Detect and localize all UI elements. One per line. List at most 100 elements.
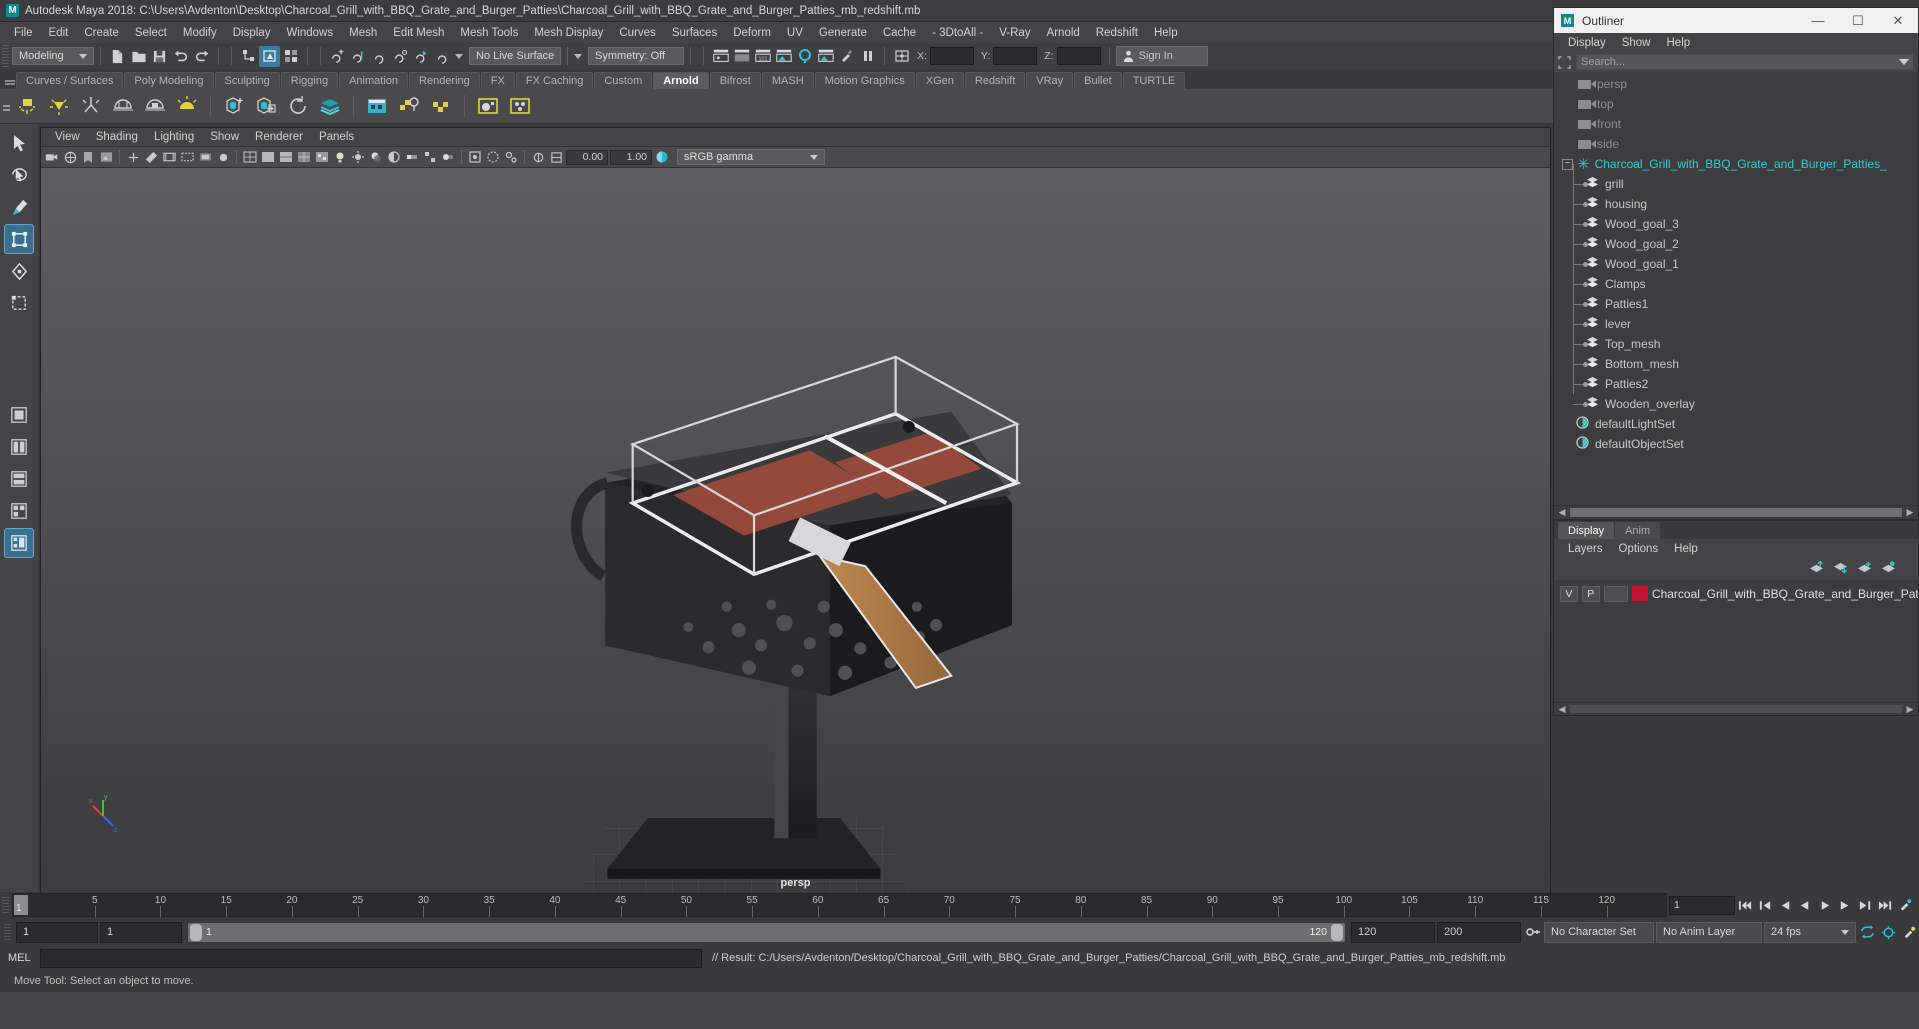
- shelf-tab-mash[interactable]: MASH: [761, 72, 814, 89]
- step-forward-frame-button[interactable]: [1836, 896, 1855, 915]
- outliner-item-top-mesh[interactable]: Top_mesh: [1554, 334, 1918, 354]
- scroll-right-icon[interactable]: ▶: [1904, 704, 1916, 715]
- anim-layer-dropdown[interactable]: No Anim Layer: [1656, 921, 1762, 943]
- menu-arnold[interactable]: Arnold: [1039, 25, 1088, 41]
- shelf-tab-redshift[interactable]: Redshift: [964, 72, 1026, 89]
- outliner-menu-display[interactable]: Display: [1560, 36, 1614, 50]
- menu-uv[interactable]: UV: [779, 25, 811, 41]
- shelf-tab-bullet[interactable]: Bullet: [1074, 72, 1122, 89]
- film-gate-icon[interactable]: [161, 149, 177, 165]
- shelf-tab-poly-modeling[interactable]: Poly Modeling: [124, 72, 214, 89]
- step-back-frame-button[interactable]: [1776, 896, 1795, 915]
- menu-create[interactable]: Create: [76, 25, 127, 41]
- fps-dropdown[interactable]: 24 fps: [1764, 921, 1856, 943]
- symmetry-chevron-icon[interactable]: [574, 53, 582, 59]
- show-channel-box-button[interactable]: 101: [752, 46, 773, 67]
- layer-menu-options[interactable]: Options: [1611, 542, 1667, 556]
- shelf-tab-xgen[interactable]: XGen: [915, 72, 964, 89]
- snap-point-button[interactable]: [369, 46, 390, 67]
- outliner-item-side[interactable]: side: [1554, 134, 1918, 154]
- outliner-item-top[interactable]: top: [1554, 94, 1918, 114]
- color-management-icon[interactable]: [654, 149, 670, 165]
- select-object-button[interactable]: [259, 45, 280, 67]
- command-input[interactable]: [40, 948, 702, 968]
- shelf-tab-turtle[interactable]: TURTLE: [1122, 72, 1186, 89]
- show-tool-settings-button[interactable]: [731, 46, 752, 67]
- minimize-icon[interactable]: —: [1798, 8, 1838, 33]
- snap-grid-button[interactable]: [327, 46, 348, 67]
- viewport-menu-renderer[interactable]: Renderer: [247, 130, 311, 144]
- viewport-menu-shading[interactable]: Shading: [88, 130, 146, 144]
- bookmark-icon[interactable]: [80, 149, 96, 165]
- shelf-tab-arnold[interactable]: Arnold: [653, 72, 709, 89]
- shelf-tab-curves-surfaces[interactable]: Curves / Surfaces: [16, 72, 124, 89]
- menuset-dropdown[interactable]: Modeling: [12, 47, 94, 65]
- outliner-item-front[interactable]: front: [1554, 114, 1918, 134]
- wireframe-shading-icon[interactable]: [242, 149, 258, 165]
- snap-options-chevron-icon[interactable]: [455, 53, 463, 59]
- layout-persp-outliner-button[interactable]: [4, 528, 34, 558]
- arnold-standin-create-button[interactable]: [220, 92, 248, 120]
- move-layer-down-icon[interactable]: [1833, 561, 1848, 577]
- viewport-menu-lighting[interactable]: Lighting: [146, 130, 202, 144]
- menu-select[interactable]: Select: [127, 25, 175, 41]
- grease-pencil-icon[interactable]: [143, 149, 159, 165]
- render-current-frame-button[interactable]: [794, 46, 815, 67]
- smooth-shade-icon[interactable]: [260, 149, 276, 165]
- range-start-handle[interactable]: [190, 923, 202, 941]
- live-surface-dropdown[interactable]: No Live Surface: [469, 47, 561, 65]
- scroll-left-icon[interactable]: ◀: [1556, 507, 1568, 518]
- viewport-menu-panels[interactable]: Panels: [311, 130, 362, 144]
- arnold-volume-button[interactable]: [316, 92, 344, 120]
- arnold-render-view-button[interactable]: [363, 92, 391, 120]
- menu-mesh-tools[interactable]: Mesh Tools: [452, 25, 526, 41]
- layer-tab-anim[interactable]: Anim: [1615, 522, 1661, 539]
- auto-key-button[interactable]: [1523, 923, 1542, 942]
- rangerow-grip[interactable]: [4, 924, 11, 940]
- toggle-field-display-icon[interactable]: [891, 46, 912, 67]
- menu-edit-mesh[interactable]: Edit Mesh: [385, 25, 452, 41]
- menu-redshift[interactable]: Redshift: [1088, 25, 1146, 41]
- create-layer-from-selection-icon[interactable]: [1881, 561, 1896, 577]
- menu-mesh-display[interactable]: Mesh Display: [526, 25, 611, 41]
- snap-view-plane-button[interactable]: [411, 46, 432, 67]
- xray-joints-icon[interactable]: [503, 149, 519, 165]
- menu-edit[interactable]: Edit: [41, 25, 77, 41]
- exposure-down-icon[interactable]: [530, 149, 546, 165]
- xray-icon[interactable]: [485, 149, 501, 165]
- viewport-3d-canvas[interactable]: persp x y z: [41, 168, 1550, 895]
- go-to-end-button[interactable]: [1876, 896, 1895, 915]
- menu-v-ray[interactable]: V-Ray: [991, 25, 1038, 41]
- scroll-track[interactable]: [1570, 705, 1902, 713]
- timeslider-grip[interactable]: [2, 897, 9, 913]
- arnold-area-light-button[interactable]: [13, 92, 41, 120]
- x-coord-field[interactable]: [929, 47, 974, 65]
- shelf-tab-bifrost[interactable]: Bifrost: [709, 72, 761, 89]
- go-to-start-button[interactable]: [1736, 896, 1755, 915]
- z-coord-field[interactable]: [1056, 47, 1101, 65]
- use-default-lighting-icon[interactable]: [332, 149, 348, 165]
- arnold-particles-preview-button[interactable]: [506, 92, 534, 120]
- all-lights-icon[interactable]: [350, 149, 366, 165]
- arnold-checker-button[interactable]: [427, 92, 455, 120]
- range-start-field[interactable]: 1: [16, 921, 98, 943]
- outliner-item-wood-goal-1[interactable]: Wood_goal_1: [1554, 254, 1918, 274]
- symmetry-dropdown[interactable]: Symmetry: Off: [588, 47, 684, 65]
- snap-magnet-button[interactable]: [432, 46, 453, 67]
- maximize-icon[interactable]: ☐: [1838, 8, 1878, 33]
- outliner-item-wood-goal-2[interactable]: Wood_goal_2: [1554, 234, 1918, 254]
- arnold-spot-light-button[interactable]: [77, 92, 105, 120]
- shelf-tab-custom[interactable]: Custom: [594, 72, 653, 89]
- animation-preferences-gear-button[interactable]: [1879, 923, 1898, 942]
- outliner-menu-help[interactable]: Help: [1659, 36, 1699, 50]
- step-forward-key-button[interactable]: [1856, 896, 1875, 915]
- layer-playback-toggle[interactable]: P: [1581, 585, 1600, 602]
- animation-preferences-button[interactable]: [1896, 896, 1915, 915]
- colorspace-dropdown[interactable]: sRGB gamma: [677, 149, 825, 165]
- play-forwards-button[interactable]: [1816, 896, 1835, 915]
- scroll-left-icon[interactable]: ◀: [1556, 704, 1568, 715]
- loop-playback-button[interactable]: [1858, 923, 1877, 942]
- shadows-icon[interactable]: [368, 149, 384, 165]
- render-settings-button[interactable]: [836, 46, 857, 67]
- resolution-gate-icon[interactable]: [179, 149, 195, 165]
